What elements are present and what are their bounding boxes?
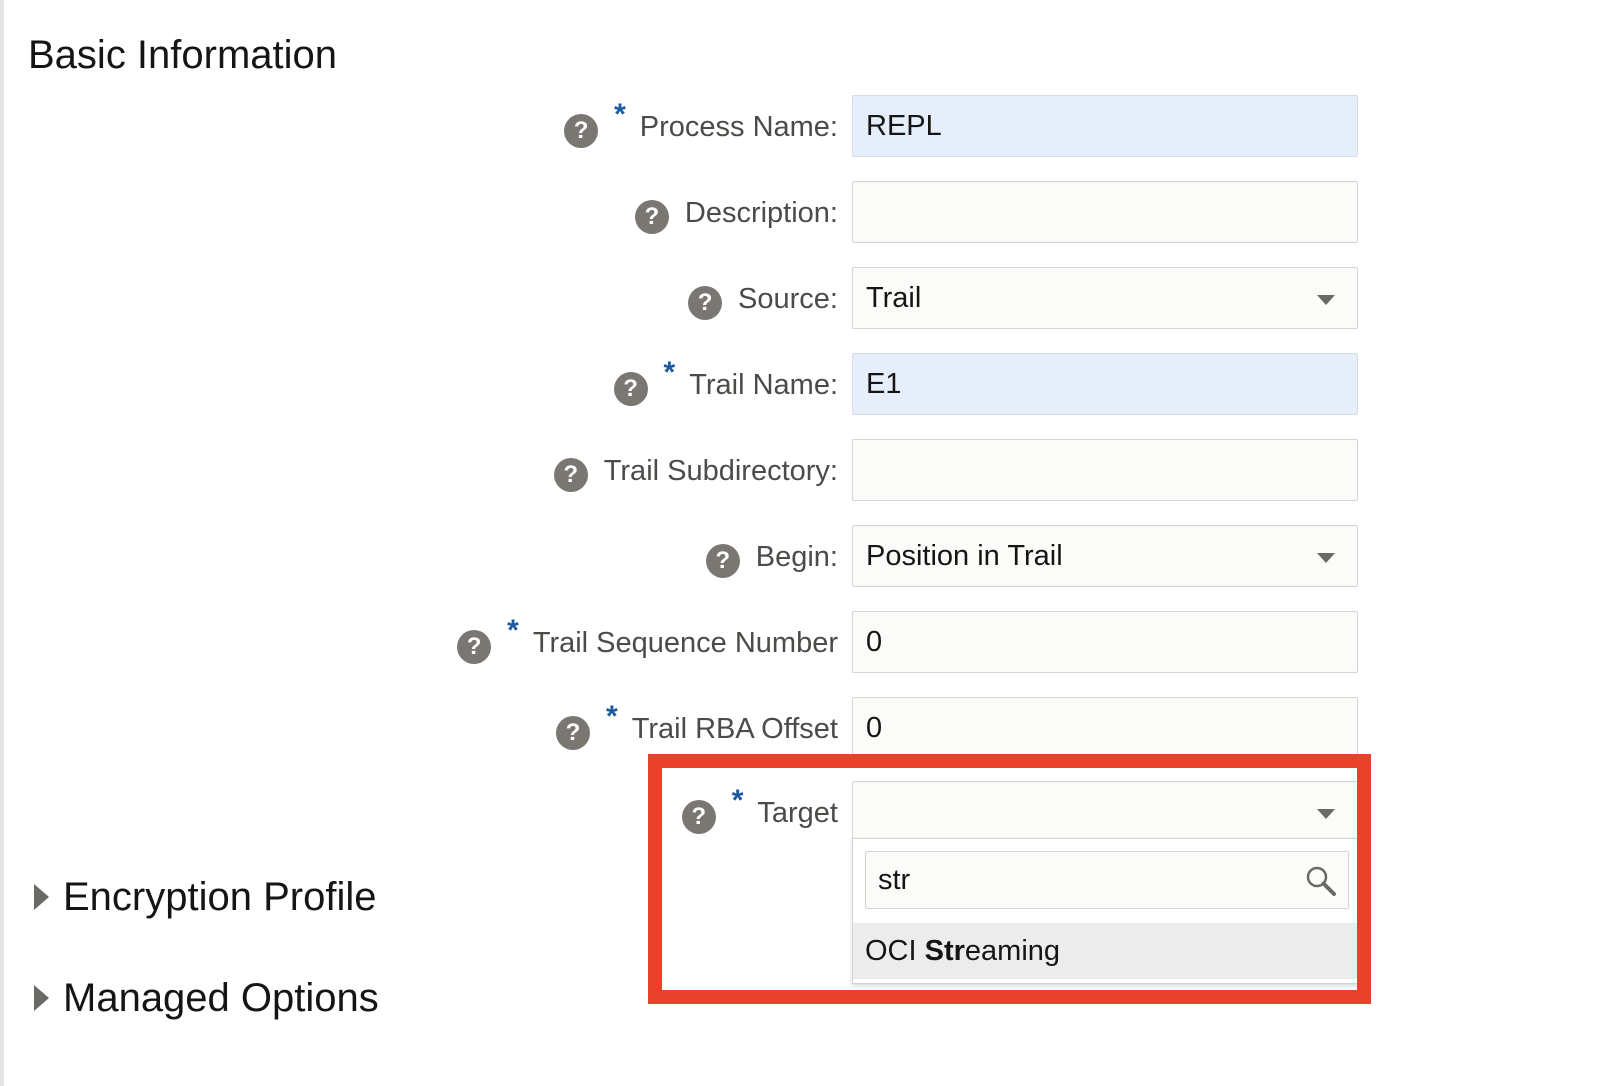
target-select[interactable] bbox=[852, 781, 1358, 843]
description-input[interactable] bbox=[852, 181, 1358, 243]
form-row-trail-name: ? * Trail Name: E1 bbox=[0, 353, 1360, 417]
process-name-label: Process Name: bbox=[639, 110, 838, 143]
begin-select-value: Position in Trail bbox=[866, 540, 1063, 572]
label-group: ? Trail Subdirectory: bbox=[553, 439, 838, 503]
process-name-input[interactable]: REPL bbox=[852, 95, 1358, 157]
label-group: ? Source: bbox=[688, 267, 838, 331]
form-row-trail-subdirectory: ? Trail Subdirectory: bbox=[0, 439, 1360, 503]
help-icon[interactable]: ? bbox=[613, 372, 648, 406]
encryption-profile-toggle[interactable]: Encryption Profile bbox=[34, 872, 376, 922]
option-text-suffix: eaming bbox=[964, 935, 1061, 967]
label-group: ? * Target bbox=[681, 781, 838, 845]
source-select-value: Trail bbox=[866, 282, 922, 314]
target-dropdown: str OCI Streaming bbox=[852, 838, 1358, 984]
label-group: ? * Trail Name: bbox=[613, 353, 838, 417]
label-group: ? Begin: bbox=[705, 525, 838, 589]
required-icon: * bbox=[731, 784, 744, 817]
required-icon: * bbox=[614, 98, 626, 131]
help-icon[interactable]: ? bbox=[457, 630, 492, 664]
expand-arrow-icon bbox=[34, 884, 49, 910]
required-icon: * bbox=[663, 356, 676, 389]
label-group: ? * Trail RBA Offset bbox=[556, 697, 838, 761]
source-select[interactable]: Trail bbox=[852, 267, 1358, 329]
trail-subdirectory-label: Trail Subdirectory: bbox=[603, 454, 838, 487]
form-row-trail-sequence-number: ? * Trail Sequence Number 0 bbox=[0, 611, 1360, 675]
description-label: Description: bbox=[684, 196, 838, 229]
help-icon[interactable]: ? bbox=[705, 544, 740, 578]
dropdown-option-oci-streaming[interactable]: OCI Streaming bbox=[853, 923, 1357, 979]
dropdown-search-value: str bbox=[878, 864, 911, 896]
form-row-target: ? * Target bbox=[0, 781, 1360, 845]
form-row-description: ? Description: bbox=[0, 181, 1360, 245]
target-label: Target bbox=[757, 796, 838, 829]
label-group: ? * Trail Sequence Number bbox=[457, 611, 838, 675]
help-icon[interactable]: ? bbox=[634, 200, 669, 234]
label-group: ? * Process Name: bbox=[564, 95, 838, 159]
expand-arrow-icon bbox=[34, 985, 49, 1011]
trail-sequence-number-label: Trail Sequence Number bbox=[532, 626, 838, 659]
help-icon[interactable]: ? bbox=[556, 716, 591, 750]
required-icon: * bbox=[606, 700, 618, 733]
form-row-process-name: ? * Process Name: REPL bbox=[0, 95, 1360, 159]
help-icon[interactable]: ? bbox=[681, 800, 716, 834]
section-title: Basic Information bbox=[28, 33, 338, 77]
label-group: ? Description: bbox=[634, 181, 838, 245]
form-row-begin: ? Begin: Position in Trail bbox=[0, 525, 1360, 589]
trail-subdirectory-input[interactable] bbox=[852, 439, 1358, 501]
help-icon[interactable]: ? bbox=[564, 114, 599, 148]
form-row-trail-rba-offset: ? * Trail RBA Offset 0 bbox=[0, 697, 1360, 761]
help-icon[interactable]: ? bbox=[553, 458, 588, 492]
trail-name-input[interactable]: E1 bbox=[852, 353, 1358, 415]
help-icon[interactable]: ? bbox=[688, 286, 723, 320]
search-icon[interactable] bbox=[1304, 864, 1338, 898]
trail-sequence-number-input[interactable]: 0 bbox=[852, 611, 1358, 673]
trail-rba-offset-label: Trail RBA Offset bbox=[631, 712, 838, 745]
dropdown-search-input[interactable]: str bbox=[865, 851, 1349, 909]
trail-rba-offset-input[interactable]: 0 bbox=[852, 697, 1358, 759]
option-text-prefix: OCI bbox=[865, 935, 925, 967]
encryption-profile-label: Encryption Profile bbox=[63, 874, 377, 919]
begin-label: Begin: bbox=[755, 540, 838, 573]
source-label: Source: bbox=[738, 282, 838, 315]
begin-select[interactable]: Position in Trail bbox=[852, 525, 1358, 587]
chevron-down-icon[interactable] bbox=[1317, 553, 1335, 563]
chevron-down-icon[interactable] bbox=[1317, 295, 1335, 305]
form-row-source: ? Source: Trail bbox=[0, 267, 1360, 331]
trail-name-label: Trail Name: bbox=[689, 368, 838, 401]
chevron-down-icon[interactable] bbox=[1317, 809, 1335, 819]
option-text-match: Str bbox=[924, 935, 965, 967]
managed-options-toggle[interactable]: Managed Options bbox=[34, 973, 379, 1023]
managed-options-label: Managed Options bbox=[63, 975, 379, 1020]
required-icon: * bbox=[507, 614, 519, 647]
